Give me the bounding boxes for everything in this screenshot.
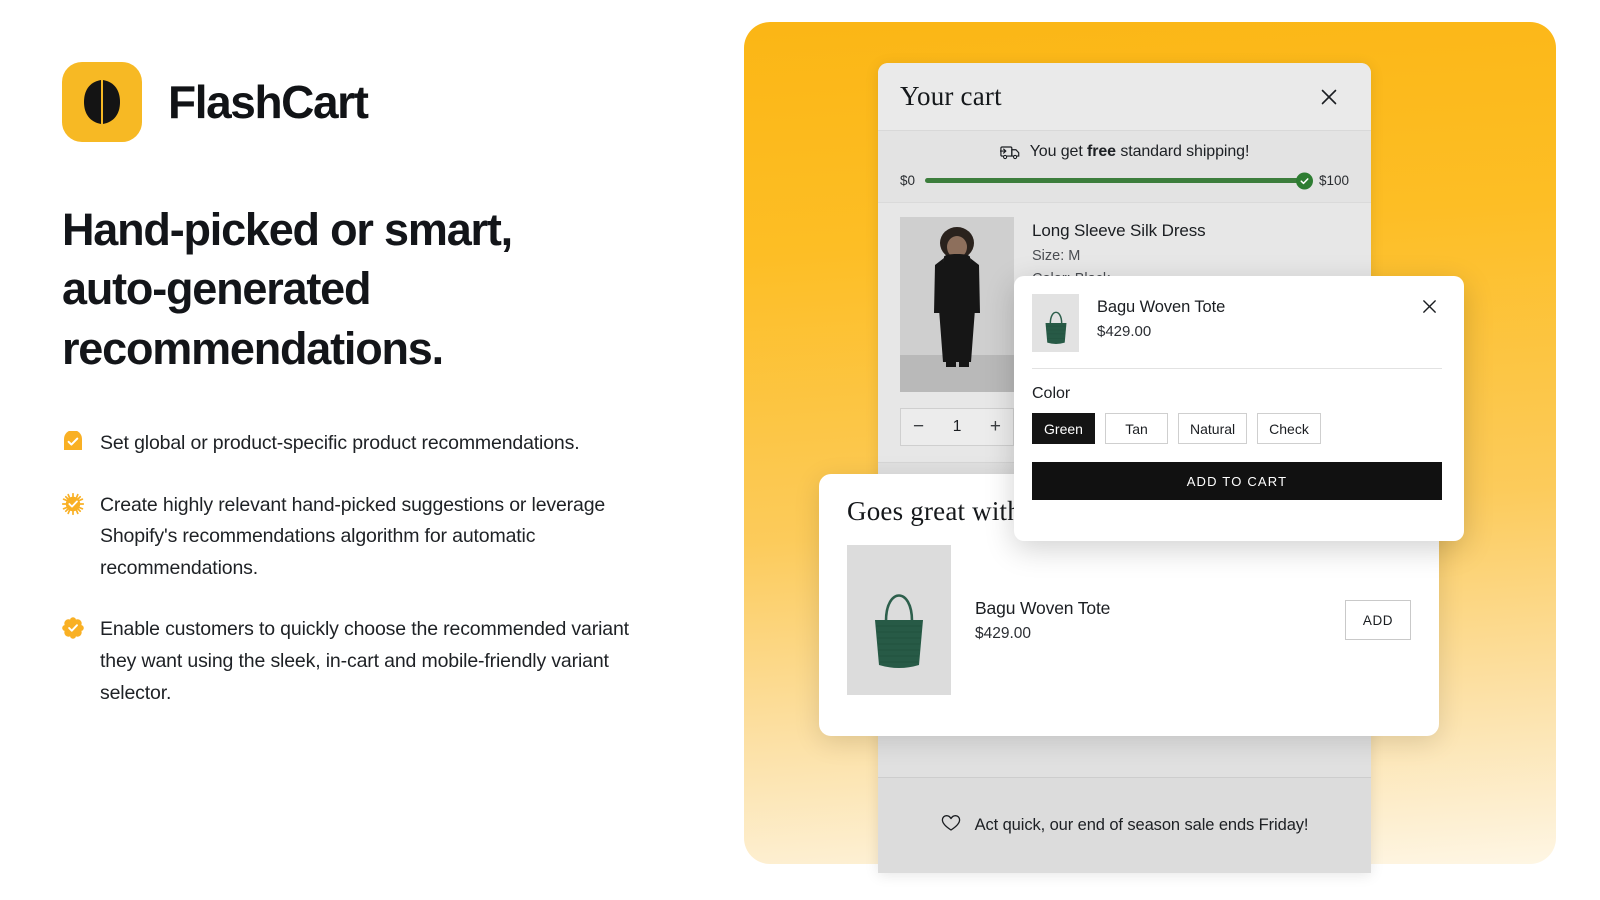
shipping-max-label: $100 bbox=[1318, 173, 1349, 188]
close-icon bbox=[1319, 89, 1339, 110]
check-shield-icon bbox=[62, 430, 84, 453]
shipping-min-label: $0 bbox=[900, 173, 916, 188]
variant-option-natural[interactable]: Natural bbox=[1178, 413, 1248, 444]
brand-lockup: FlashCart bbox=[62, 62, 700, 142]
variant-selector-popup: Bagu Woven Tote $429.00 Color Green Tan … bbox=[1014, 276, 1464, 541]
check-burst-icon bbox=[61, 492, 85, 515]
variant-option-check[interactable]: Check bbox=[1257, 413, 1321, 444]
shipping-msg-post: standard shipping! bbox=[1115, 143, 1250, 160]
list-item: Create highly relevant hand-picked sugge… bbox=[61, 490, 662, 585]
recommendation-info: Bagu Woven Tote $429.00 bbox=[975, 598, 1321, 643]
variant-option-label: Color bbox=[1032, 385, 1071, 402]
shipping-msg-bold: free bbox=[1087, 143, 1116, 160]
green-woven-tote-icon bbox=[847, 545, 951, 695]
cart-item-size: Size: M bbox=[1032, 248, 1081, 264]
list-item: Enable customers to quickly choose the r… bbox=[62, 614, 662, 709]
variant-option-green[interactable]: Green bbox=[1032, 413, 1095, 444]
variant-popup-product: Bagu Woven Tote $429.00 bbox=[1097, 294, 1399, 340]
variant-popup-header: Bagu Woven Tote $429.00 bbox=[1032, 294, 1442, 352]
cart-header: Your cart bbox=[878, 63, 1371, 131]
feature-list: Set global or product-specific product r… bbox=[61, 428, 662, 709]
page-title: Hand-picked or smart, auto-generated rec… bbox=[62, 204, 513, 374]
shipping-progress-bar: $0 $100 bbox=[878, 167, 1371, 202]
variant-option-list: Green Tan Natural Check bbox=[1032, 413, 1442, 444]
close-cart-button[interactable] bbox=[1315, 83, 1343, 111]
cart-footer-text: Act quick, our end of season sale ends F… bbox=[974, 816, 1309, 834]
shipping-progress-track bbox=[925, 172, 1313, 189]
quantity-stepper[interactable]: − 1 + bbox=[900, 408, 1014, 446]
divider bbox=[1032, 368, 1442, 369]
cart-title: Your cart bbox=[900, 81, 1002, 111]
brand-name: FlashCart bbox=[168, 76, 369, 128]
promo-screenshot: FlashCart Hand-picked or smart, auto-gen… bbox=[0, 0, 1600, 900]
free-shipping-message: You get free standard shipping! bbox=[878, 131, 1371, 167]
cart-footer-banner: Act quick, our end of season sale ends F… bbox=[878, 777, 1371, 873]
left-content-column: FlashCart Hand-picked or smart, auto-gen… bbox=[0, 0, 740, 900]
shipping-goal-marker bbox=[1295, 172, 1313, 189]
recommendation-row: Bagu Woven Tote $429.00 ADD bbox=[847, 545, 1411, 695]
green-woven-tote-icon bbox=[1032, 294, 1079, 352]
add-recommendation-button[interactable]: ADD bbox=[1345, 600, 1411, 640]
close-variant-popup-button[interactable] bbox=[1417, 294, 1442, 319]
list-item-label: Enable customers to quickly choose the r… bbox=[100, 618, 629, 704]
check-flower-icon bbox=[62, 617, 84, 640]
flashcart-logo-icon bbox=[62, 62, 142, 142]
heart-icon bbox=[941, 814, 961, 837]
variant-product-name: Bagu Woven Tote bbox=[1097, 298, 1226, 316]
cart-item-image bbox=[900, 217, 1014, 392]
recommendation-product-name: Bagu Woven Tote bbox=[975, 597, 1111, 618]
list-item: Set global or product-specific product r… bbox=[62, 428, 662, 460]
list-item-label: Set global or product-specific product r… bbox=[100, 432, 580, 455]
cart-item-title: Long Sleeve Silk Dress bbox=[1032, 221, 1206, 240]
list-item-label: Create highly relevant hand-picked sugge… bbox=[100, 493, 606, 579]
recommendation-product-price: $429.00 bbox=[975, 624, 1032, 642]
quantity-increase-button[interactable]: + bbox=[990, 416, 1001, 438]
delivery-truck-icon bbox=[998, 144, 1020, 160]
variant-option-tan[interactable]: Tan bbox=[1105, 413, 1168, 444]
shipping-message-text: You get free standard shipping! bbox=[1030, 143, 1250, 161]
quantity-decrease-button[interactable]: − bbox=[913, 416, 924, 438]
shipping-msg-pre: You get bbox=[1029, 143, 1088, 160]
variant-product-price: $429.00 bbox=[1097, 323, 1152, 340]
quantity-value: 1 bbox=[952, 418, 962, 435]
close-icon bbox=[1421, 300, 1438, 318]
add-to-cart-button[interactable]: ADD TO CART bbox=[1032, 462, 1442, 500]
